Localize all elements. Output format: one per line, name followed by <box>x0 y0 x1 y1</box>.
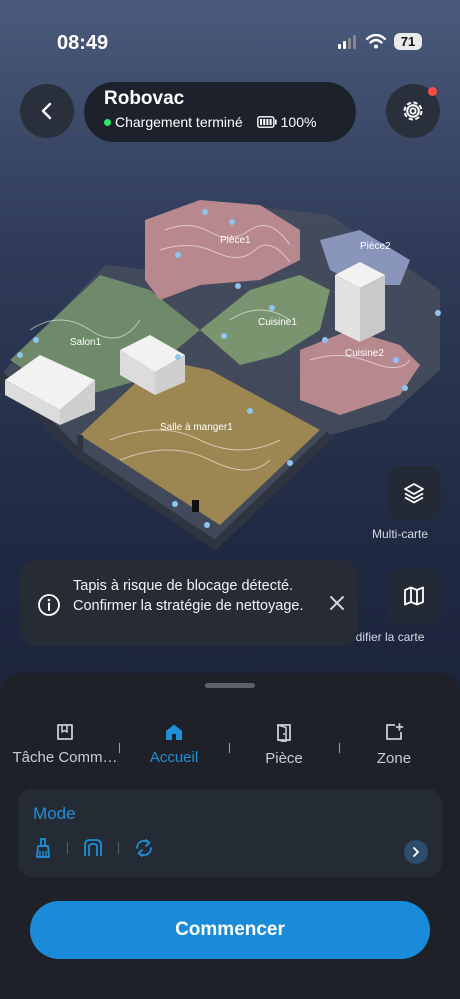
tab-room[interactable]: Pièce <box>254 723 314 767</box>
carpet-alert[interactable]: Tapis à risque de blocage détecté. Confi… <box>20 560 358 646</box>
drag-handle[interactable] <box>205 683 255 688</box>
mode-card[interactable]: Mode <box>18 789 442 877</box>
multi-map-button[interactable] <box>387 466 441 520</box>
tab-room-label: Pièce <box>265 750 303 767</box>
mop-icon <box>84 839 102 856</box>
wifi-icon <box>366 34 386 49</box>
status-dot <box>104 118 111 126</box>
layers-icon <box>404 483 424 504</box>
tab-divider <box>339 743 340 753</box>
info-icon <box>38 594 60 616</box>
tab-zone[interactable]: Zone <box>364 723 424 767</box>
chevron-left-icon <box>41 102 52 120</box>
tab-divider <box>119 743 120 753</box>
room-label-salle-a-manger: Salle à manger1 <box>160 422 233 433</box>
mode-tabs: Tâche Comm… Accueil Pièce Zone <box>0 723 460 771</box>
tab-task-label: Tâche Comm… <box>12 749 118 766</box>
bottom-sheet: Tâche Comm… Accueil Pièce Zone Mode Comm… <box>0 673 460 999</box>
multi-map-label: Multi-carte <box>372 527 429 541</box>
chevron-right-icon <box>413 847 419 857</box>
status-time: 08:49 <box>57 32 109 54</box>
fridge-furniture <box>335 262 385 342</box>
battery-indicator: 71 <box>394 33 422 50</box>
tab-divider <box>229 743 230 753</box>
device-status: Chargement terminé 100% <box>104 114 356 130</box>
brush-icon <box>36 838 50 858</box>
edit-map-button[interactable] <box>387 569 441 623</box>
door-icon <box>277 724 291 742</box>
tab-home-label: Accueil <box>149 749 199 766</box>
notification-dot <box>428 87 437 96</box>
cycle-icon <box>136 839 152 857</box>
status-bar: 08:49 71 <box>0 0 460 80</box>
mode-divider <box>118 842 119 854</box>
device-name: Robovac <box>104 88 185 109</box>
settings-button[interactable] <box>386 84 440 138</box>
device-status-card: Robovac Chargement terminé 100% <box>84 82 356 142</box>
robot-dock <box>192 500 199 512</box>
room-label-piece1: Pièce1 <box>220 235 251 246</box>
charging-status: Chargement terminé <box>115 114 243 130</box>
tab-zone-label: Zone <box>376 750 412 767</box>
status-icons: 71 <box>338 33 422 50</box>
battery-icon <box>256 116 277 128</box>
home-icon <box>166 724 182 740</box>
mode-expand-button[interactable] <box>404 840 428 864</box>
map-icon <box>404 586 424 606</box>
mode-divider <box>67 842 68 854</box>
back-button[interactable] <box>20 84 74 138</box>
battery-level: 100% <box>280 114 317 130</box>
start-button[interactable]: Commencer <box>30 901 430 959</box>
gear-icon <box>403 101 423 121</box>
mode-title: Mode <box>33 804 76 823</box>
task-book-icon <box>57 724 73 740</box>
room-label-cuisine2: Cuisine2 <box>345 348 384 359</box>
tab-home[interactable]: Accueil <box>140 723 208 766</box>
room-label-salon: Salon1 <box>70 337 102 348</box>
alert-message: Tapis à risque de blocage détecté. Confi… <box>73 578 304 614</box>
room-label-piece2: Pièce2 <box>360 241 391 252</box>
signal-icon <box>338 34 356 49</box>
close-icon[interactable] <box>328 594 346 612</box>
zone-add-icon <box>386 723 404 740</box>
mode-icons <box>33 837 155 859</box>
tab-task[interactable]: Tâche Comm… <box>10 723 120 766</box>
room-label-cuisine1: Cuisine1 <box>258 317 297 328</box>
